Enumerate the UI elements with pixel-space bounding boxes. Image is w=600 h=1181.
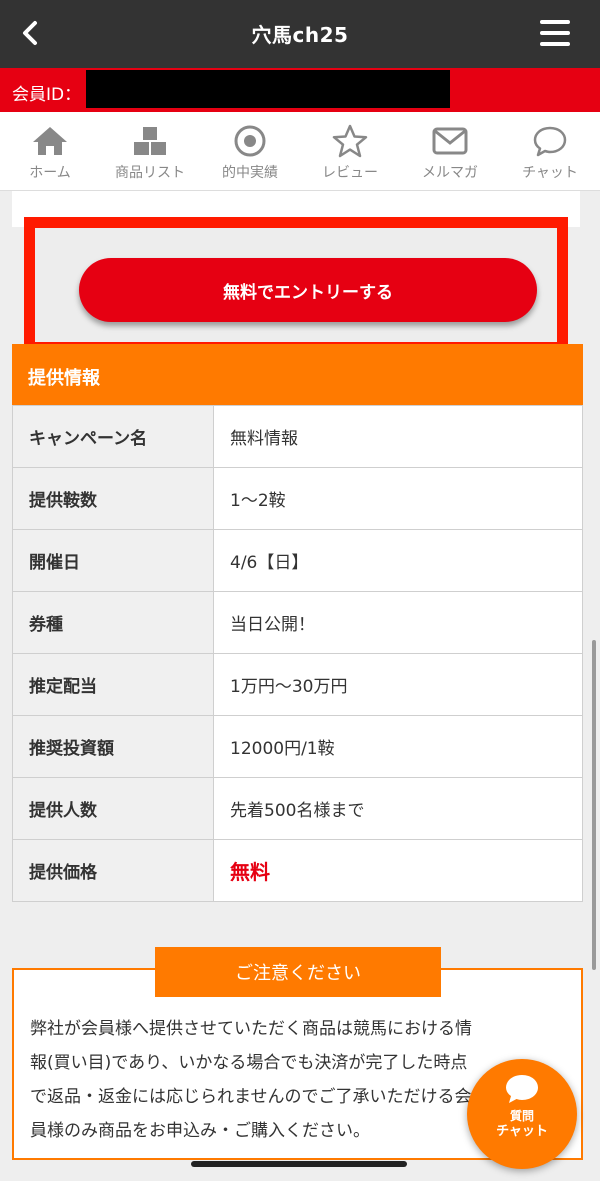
- chat-fab-line2: チャット: [496, 1124, 548, 1139]
- table-row: 推奨投資額 12000円/1鞍: [12, 715, 583, 778]
- table-row: キャンペーン名 無料情報: [12, 405, 583, 468]
- home-indicator: [191, 1161, 407, 1167]
- row-key: 券種: [12, 591, 214, 654]
- hamburger-icon: [540, 20, 570, 24]
- nav-label-chat: チャット: [522, 165, 578, 181]
- page-title: 穴馬ch25: [251, 23, 349, 47]
- free-entry-button[interactable]: 無料でエントリーする: [79, 258, 537, 322]
- entry-highlight-frame: 無料でエントリーする: [24, 217, 568, 353]
- nav-item-mailmag[interactable]: メルマガ: [400, 112, 500, 190]
- row-key: 開催日: [12, 529, 214, 592]
- table-row: 提供鞍数 1〜2鞍: [12, 467, 583, 530]
- table-row: 提供人数 先着500名様まで: [12, 777, 583, 840]
- row-key: 提供鞍数: [12, 467, 214, 530]
- nav-item-chat[interactable]: チャット: [500, 112, 600, 190]
- table-row: 券種 当日公開！: [12, 591, 583, 654]
- menu-button[interactable]: [540, 20, 570, 46]
- row-key: 推奨投資額: [12, 715, 214, 778]
- target-icon: [234, 125, 266, 157]
- row-key: キャンペーン名: [12, 405, 214, 468]
- member-id-bar: 会員ID：: [0, 68, 600, 112]
- nav-label-products: 商品リスト: [115, 165, 185, 181]
- row-value: 無料情報: [213, 405, 583, 468]
- notice-title: ご注意ください: [155, 947, 441, 997]
- chat-bubble-icon: [506, 1075, 538, 1103]
- nav-label-review: レビュー: [322, 165, 378, 181]
- row-value: 4/6【日】: [213, 529, 583, 592]
- row-value: 当日公開！: [213, 591, 583, 654]
- row-value: 先着500名様まで: [213, 777, 583, 840]
- nav-label-mailmag: メルマガ: [422, 165, 478, 181]
- info-table: キャンペーン名 無料情報 提供鞍数 1〜2鞍 開催日 4/6【日】 券種 当日公…: [12, 405, 583, 902]
- boxes-icon: [134, 127, 166, 155]
- row-value: 12000円/1鞍: [213, 715, 583, 778]
- nav-item-home[interactable]: ホーム: [0, 112, 100, 190]
- row-key: 提供人数: [12, 777, 214, 840]
- price-value: 無料: [213, 839, 583, 902]
- home-icon: [33, 127, 67, 155]
- table-row: 開催日 4/6【日】: [12, 529, 583, 592]
- table-row: 提供価格 無料: [12, 839, 583, 902]
- member-id-label: 会員ID：: [12, 85, 82, 105]
- row-value: 1〜2鞍: [213, 467, 583, 530]
- chat-fab-line1: 質問: [509, 1109, 534, 1123]
- mail-icon: [432, 127, 468, 155]
- question-chat-button[interactable]: 質問 チャット: [467, 1059, 577, 1169]
- nav-item-review[interactable]: レビュー: [300, 112, 400, 190]
- row-key: 推定配当: [12, 653, 214, 716]
- nav-label-home: ホーム: [29, 165, 71, 181]
- nav-item-results[interactable]: 的中実績: [200, 112, 300, 190]
- nav-bar: ホーム 商品リスト 的中実績 レビュー メルマガ チャット: [0, 112, 600, 191]
- row-key: 提供価格: [12, 839, 214, 902]
- nav-label-results: 的中実績: [222, 165, 278, 181]
- chat-icon: [533, 126, 567, 157]
- app-header: 穴馬ch25: [0, 0, 600, 68]
- star-icon: [332, 124, 368, 158]
- scrollbar[interactable]: [592, 640, 596, 970]
- nav-item-products[interactable]: 商品リスト: [100, 112, 200, 190]
- row-value: 1万円〜30万円: [213, 653, 583, 716]
- table-row: 推定配当 1万円〜30万円: [12, 653, 583, 716]
- info-section-title: 提供情報: [12, 344, 583, 405]
- member-id-redaction: [86, 70, 450, 108]
- notice-line: 弊社が会員様へ提供させていただく商品は競馬における情: [30, 1019, 472, 1039]
